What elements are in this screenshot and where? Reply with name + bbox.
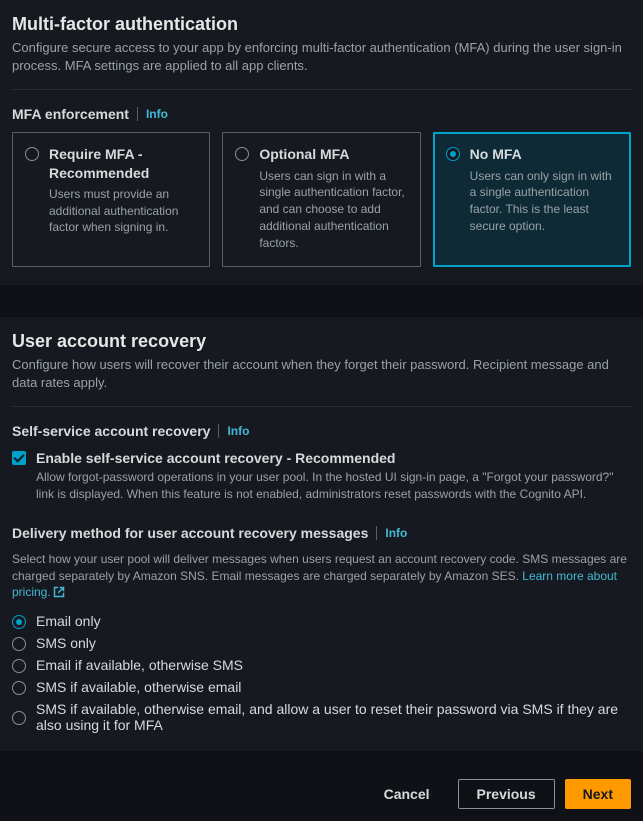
recovery-panel: User account recovery Configure how user… (0, 317, 643, 752)
divider-vertical (376, 526, 377, 540)
previous-button[interactable]: Previous (458, 779, 555, 809)
delivery-option-sms-else-email-mfa[interactable]: SMS if available, otherwise email, and a… (12, 701, 631, 733)
mfa-enforcement-label: MFA enforcement (12, 106, 129, 122)
checkbox-icon[interactable] (12, 451, 26, 465)
mfa-option-title: No MFA (470, 145, 618, 163)
delivery-label: Delivery method for user account recover… (12, 525, 368, 541)
radio-icon (12, 659, 26, 673)
delivery-description: Select how your user pool will deliver m… (12, 551, 631, 603)
delivery-option-email-else-sms[interactable]: Email if available, otherwise SMS (12, 657, 631, 673)
enable-self-service-desc: Allow forgot-password operations in your… (12, 469, 631, 503)
delivery-option-label: SMS only (36, 635, 96, 651)
mfa-option-grid: Require MFA - Recommended Users must pro… (12, 132, 631, 266)
enable-self-service-checkbox-row[interactable]: Enable self-service account recovery - R… (12, 449, 631, 467)
radio-icon (12, 615, 26, 629)
delivery-option-sms-else-email[interactable]: SMS if available, otherwise email (12, 679, 631, 695)
delivery-option-label: Email only (36, 613, 101, 629)
radio-icon (12, 711, 26, 725)
delivery-option-sms-only[interactable]: SMS only (12, 635, 631, 651)
mfa-title: Multi-factor authentication (12, 14, 631, 35)
delivery-radio-list: Email only SMS only Email if available, … (12, 613, 631, 733)
divider-vertical (137, 107, 138, 121)
cancel-button[interactable]: Cancel (366, 779, 448, 809)
mfa-description: Configure secure access to your app by e… (12, 39, 631, 75)
delivery-option-label: SMS if available, otherwise email (36, 679, 241, 695)
enable-self-service-label: Enable self-service account recovery - R… (36, 449, 395, 467)
mfa-option-optional[interactable]: Optional MFA Users can sign in with a si… (222, 132, 420, 266)
self-service-header: Self-service account recovery Info (12, 423, 631, 439)
divider (12, 89, 631, 90)
mfa-info-link[interactable]: Info (146, 107, 168, 121)
mfa-option-desc: Users can sign in with a single authenti… (259, 168, 407, 252)
mfa-option-desc: Users can only sign in with a single aut… (470, 168, 618, 235)
wizard-footer: Cancel Previous Next (0, 779, 643, 821)
delivery-info-link[interactable]: Info (385, 526, 407, 540)
radio-icon (446, 147, 460, 161)
delivery-header: Delivery method for user account recover… (12, 525, 631, 541)
mfa-enforcement-header: MFA enforcement Info (12, 106, 631, 122)
radio-icon (235, 147, 249, 161)
next-button[interactable]: Next (565, 779, 631, 809)
mfa-panel: Multi-factor authentication Configure se… (0, 0, 643, 285)
delivery-option-label: SMS if available, otherwise email, and a… (36, 701, 631, 733)
delivery-option-email-only[interactable]: Email only (12, 613, 631, 629)
delivery-option-label: Email if available, otherwise SMS (36, 657, 243, 673)
mfa-option-require[interactable]: Require MFA - Recommended Users must pro… (12, 132, 210, 266)
mfa-option-none[interactable]: No MFA Users can only sign in with a sin… (433, 132, 631, 266)
mfa-option-desc: Users must provide an additional authent… (49, 186, 197, 236)
divider-vertical (218, 424, 219, 438)
external-link-icon (53, 586, 65, 603)
mfa-option-title: Optional MFA (259, 145, 407, 163)
divider (12, 406, 631, 407)
radio-icon (12, 681, 26, 695)
self-service-label: Self-service account recovery (12, 423, 210, 439)
mfa-option-title: Require MFA - Recommended (49, 145, 197, 181)
radio-icon (12, 637, 26, 651)
recovery-description: Configure how users will recover their a… (12, 356, 631, 392)
recovery-title: User account recovery (12, 331, 631, 352)
radio-icon (25, 147, 39, 161)
self-service-info-link[interactable]: Info (227, 424, 249, 438)
